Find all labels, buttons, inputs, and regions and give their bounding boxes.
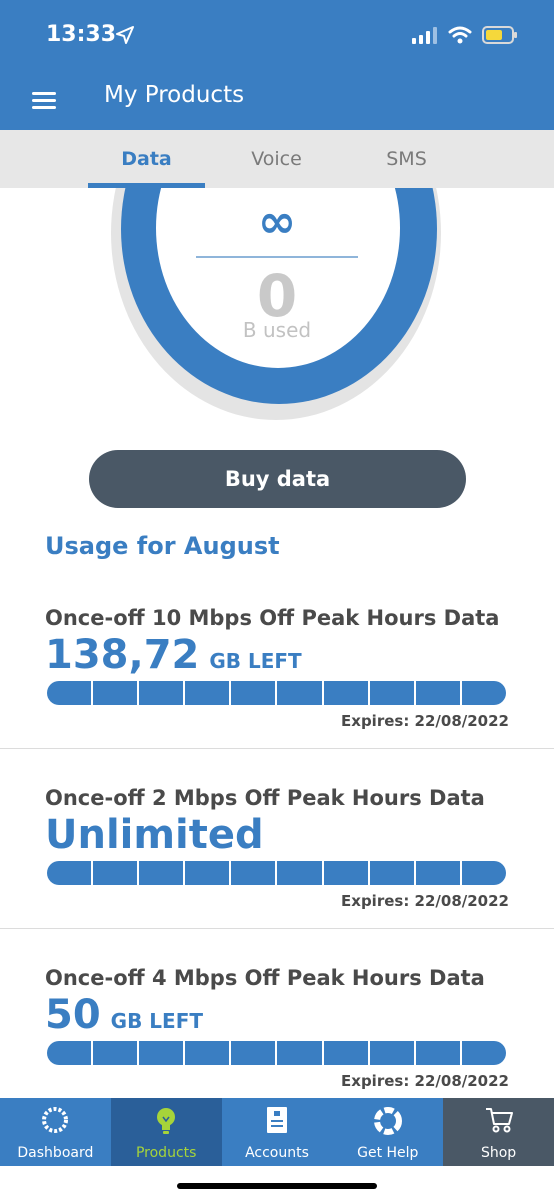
amount-value: 50 <box>45 992 101 1038</box>
battery-icon <box>482 26 517 44</box>
cart-icon <box>485 1108 513 1133</box>
signal-icon <box>412 27 437 44</box>
product-amount: 50 GB LEFT <box>45 992 203 1038</box>
status-indicators <box>412 26 518 44</box>
tab-voice[interactable]: Voice <box>218 130 335 188</box>
amount-unit: GB LEFT <box>110 1009 204 1033</box>
product-name: Once-off 10 Mbps Off Peak Hours Data <box>45 606 500 630</box>
remaining-progress-bar <box>47 861 506 885</box>
invoice-icon <box>266 1107 287 1133</box>
divider <box>0 928 554 929</box>
usage-section-title: Usage for August <box>45 532 280 560</box>
bottom-navigation: Dashboard Products Accounts Get Help Sho… <box>0 1098 554 1166</box>
nav-label: Get Help <box>357 1145 419 1161</box>
product-name: Once-off 4 Mbps Off Peak Hours Data <box>45 966 485 990</box>
infinity-symbol: ∞ <box>257 194 297 248</box>
gauge-divider <box>196 256 358 258</box>
product-amount: 138,72 GB LEFT <box>45 632 302 678</box>
product-tabs: Data Voice SMS <box>0 130 554 188</box>
nav-dashboard[interactable]: Dashboard <box>0 1098 111 1166</box>
nav-label: Shop <box>480 1145 517 1161</box>
nav-label: Dashboard <box>17 1145 94 1161</box>
remaining-progress-bar <box>47 1041 506 1065</box>
remaining-progress-bar <box>47 681 506 705</box>
hamburger-menu-icon[interactable] <box>32 92 56 110</box>
used-label: B used <box>242 318 312 342</box>
home-indicator[interactable] <box>177 1183 377 1189</box>
page-title: My Products <box>104 82 245 108</box>
app-header: 13:33 My Products <box>0 0 554 130</box>
location-arrow-icon <box>116 26 134 44</box>
expiry-date: Expires: 22/08/2022 <box>341 892 509 910</box>
expiry-date: Expires: 22/08/2022 <box>341 1072 509 1090</box>
product-amount: Unlimited <box>45 812 274 858</box>
dashboard-icon <box>42 1107 69 1133</box>
nav-products[interactable]: Products <box>110 1098 222 1166</box>
buy-data-button[interactable]: Buy data <box>89 450 466 508</box>
nav-accounts[interactable]: Accounts <box>222 1098 333 1166</box>
product-name: Once-off 2 Mbps Off Peak Hours Data <box>45 786 485 810</box>
lifebuoy-icon <box>373 1107 402 1135</box>
nav-label: Accounts <box>245 1145 309 1161</box>
tab-sms[interactable]: SMS <box>348 130 465 188</box>
wifi-icon <box>448 26 472 44</box>
nav-shop[interactable]: Shop <box>443 1098 554 1166</box>
lightbulb-icon <box>157 1108 176 1134</box>
nav-label: Products <box>135 1145 197 1161</box>
divider <box>0 748 554 749</box>
amount-value: 138,72 <box>45 632 200 678</box>
tab-data[interactable]: Data <box>88 130 205 188</box>
nav-get-help[interactable]: Get Help <box>332 1098 443 1166</box>
amount-unit: GB LEFT <box>209 649 302 673</box>
status-time: 13:33 <box>46 22 117 47</box>
expiry-date: Expires: 22/08/2022 <box>341 712 509 730</box>
amount-value: Unlimited <box>45 812 264 858</box>
